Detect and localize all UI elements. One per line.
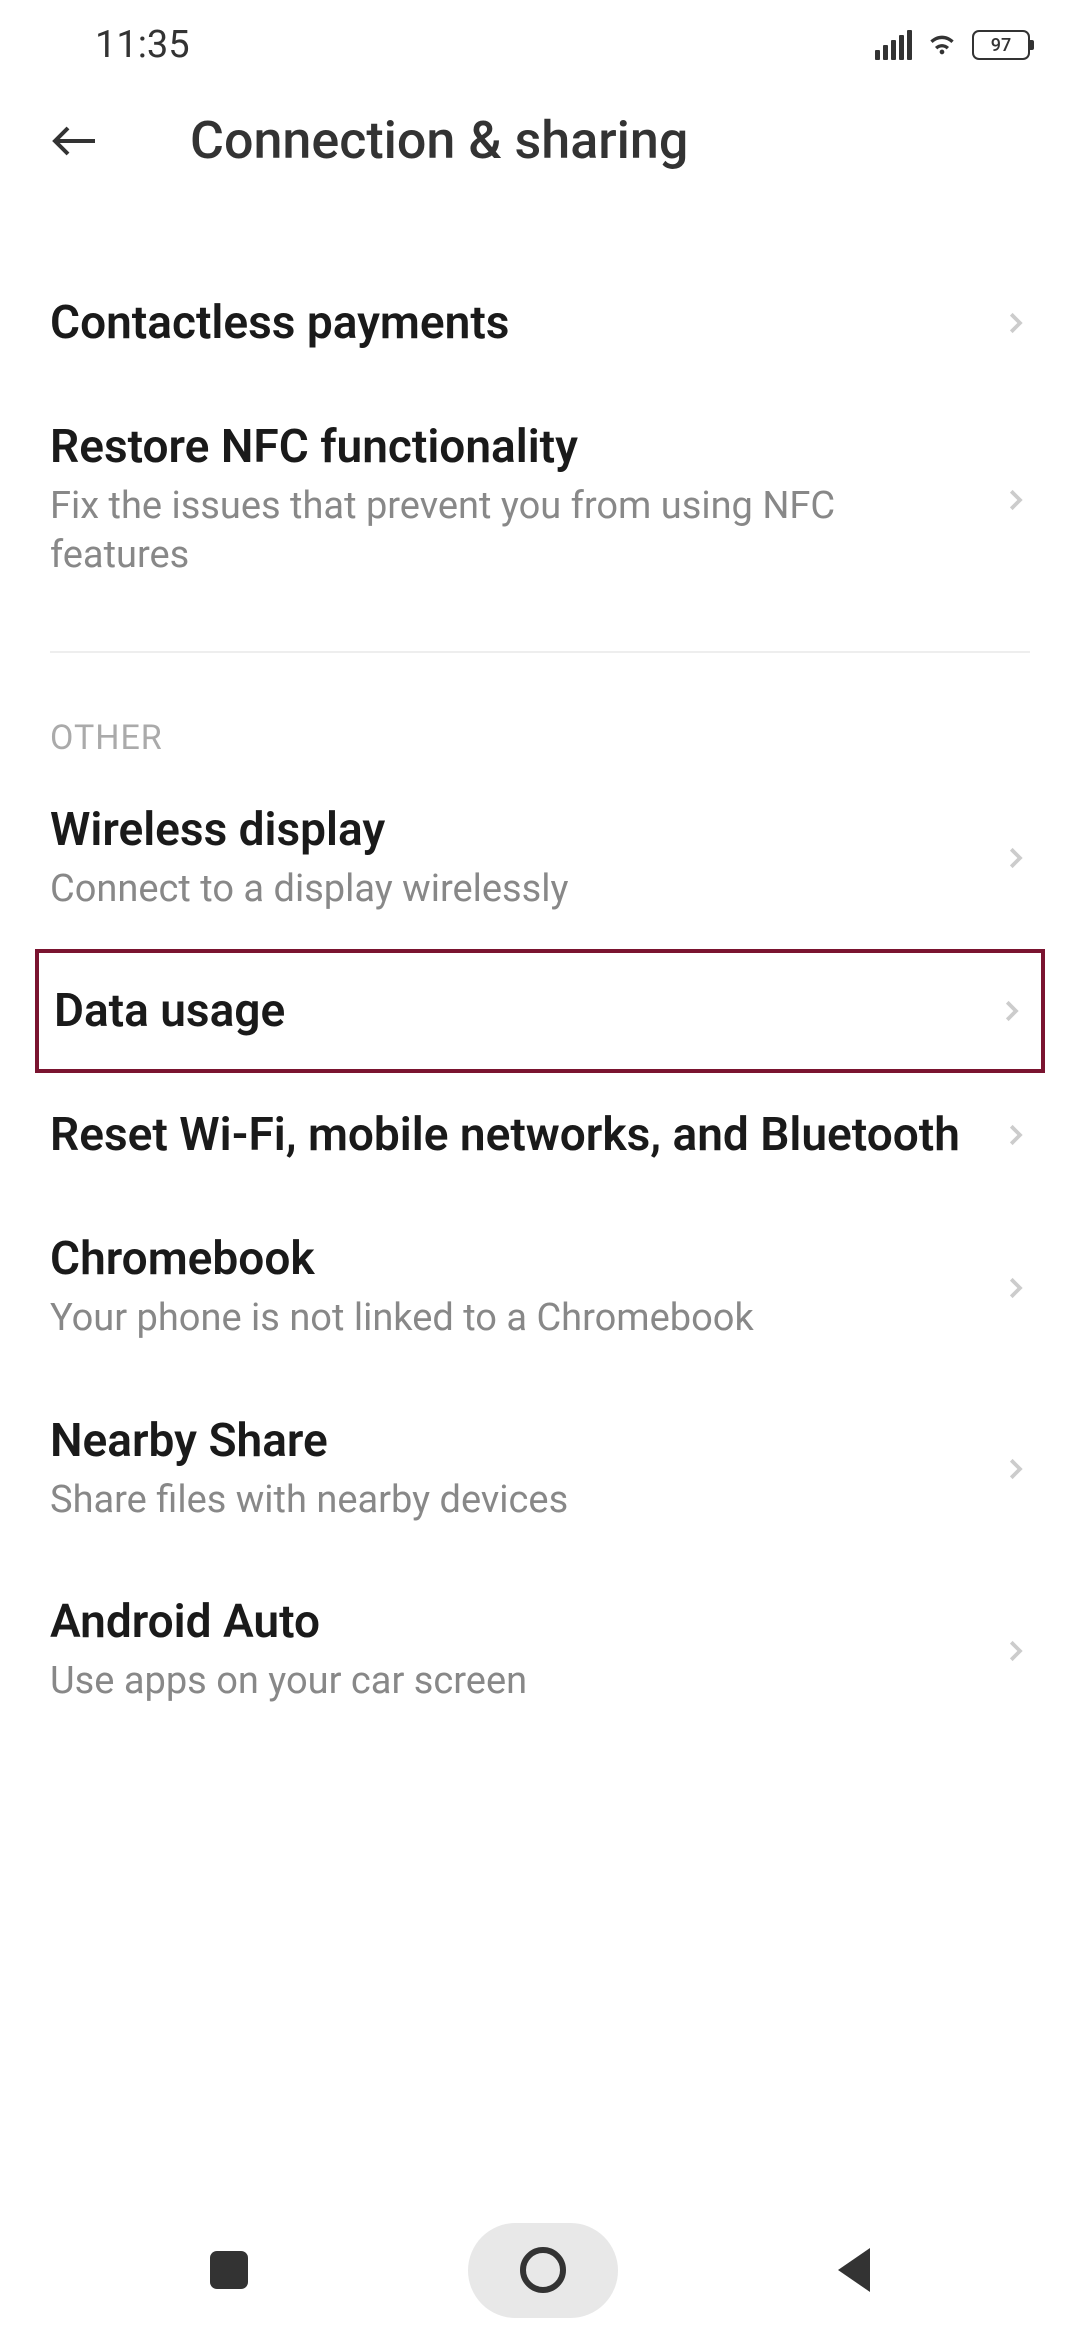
nav-recent-icon[interactable]	[210, 2251, 248, 2289]
nav-home-icon	[520, 2247, 566, 2293]
settings-list: Contactless payments Restore NFC functio…	[0, 211, 1080, 1741]
setting-nearby-share[interactable]: Nearby Share Share files with nearby dev…	[0, 1379, 1080, 1560]
setting-data-usage[interactable]: Data usage	[35, 949, 1045, 1073]
setting-title: Contactless payments	[50, 296, 970, 350]
setting-title: Data usage	[54, 984, 966, 1038]
signal-icon	[875, 30, 912, 60]
chevron-right-icon	[1000, 1454, 1030, 1484]
chevron-right-icon	[1000, 308, 1030, 338]
navigation-bar	[0, 2200, 1080, 2340]
divider	[50, 651, 1030, 653]
page-title: Connection & sharing	[190, 110, 688, 171]
setting-wireless-display[interactable]: Wireless display Connect to a display wi…	[0, 768, 1080, 949]
section-header-other: OTHER	[0, 688, 1080, 768]
setting-title: Wireless display	[50, 803, 970, 857]
setting-restore-nfc[interactable]: Restore NFC functionality Fix the issues…	[0, 385, 1080, 616]
chevron-right-icon	[1000, 1120, 1030, 1150]
battery-icon: 97	[972, 30, 1030, 60]
setting-title: Android Auto	[50, 1595, 970, 1649]
chevron-right-icon	[996, 996, 1026, 1026]
status-time: 11:35	[95, 23, 190, 67]
chevron-right-icon	[1000, 485, 1030, 515]
back-icon[interactable]	[50, 116, 100, 166]
status-bar: 11:35 97	[0, 0, 1080, 90]
nav-back-icon[interactable]	[838, 2248, 870, 2292]
setting-reset-networks[interactable]: Reset Wi-Fi, mobile networks, and Blueto…	[0, 1073, 1080, 1197]
setting-subtitle: Your phone is not linked to a Chromebook	[50, 1294, 970, 1343]
setting-title: Nearby Share	[50, 1414, 970, 1468]
chevron-right-icon	[1000, 843, 1030, 873]
setting-subtitle: Connect to a display wirelessly	[50, 865, 970, 914]
setting-title: Restore NFC functionality	[50, 420, 970, 474]
chevron-right-icon	[1000, 1273, 1030, 1303]
setting-contactless-payments[interactable]: Contactless payments	[0, 261, 1080, 385]
wifi-icon	[924, 31, 960, 59]
setting-title: Chromebook	[50, 1232, 970, 1286]
chevron-right-icon	[1000, 1636, 1030, 1666]
setting-subtitle: Fix the issues that prevent you from usi…	[50, 482, 970, 581]
setting-subtitle: Use apps on your car screen	[50, 1657, 970, 1706]
header: Connection & sharing	[0, 90, 1080, 211]
setting-android-auto[interactable]: Android Auto Use apps on your car screen	[0, 1560, 1080, 1741]
setting-title: Reset Wi-Fi, mobile networks, and Blueto…	[50, 1108, 970, 1162]
setting-subtitle: Share files with nearby devices	[50, 1476, 970, 1525]
battery-level: 97	[991, 35, 1011, 56]
status-icons: 97	[875, 30, 1030, 60]
nav-home-button[interactable]	[468, 2223, 618, 2318]
setting-chromebook[interactable]: Chromebook Your phone is not linked to a…	[0, 1197, 1080, 1378]
